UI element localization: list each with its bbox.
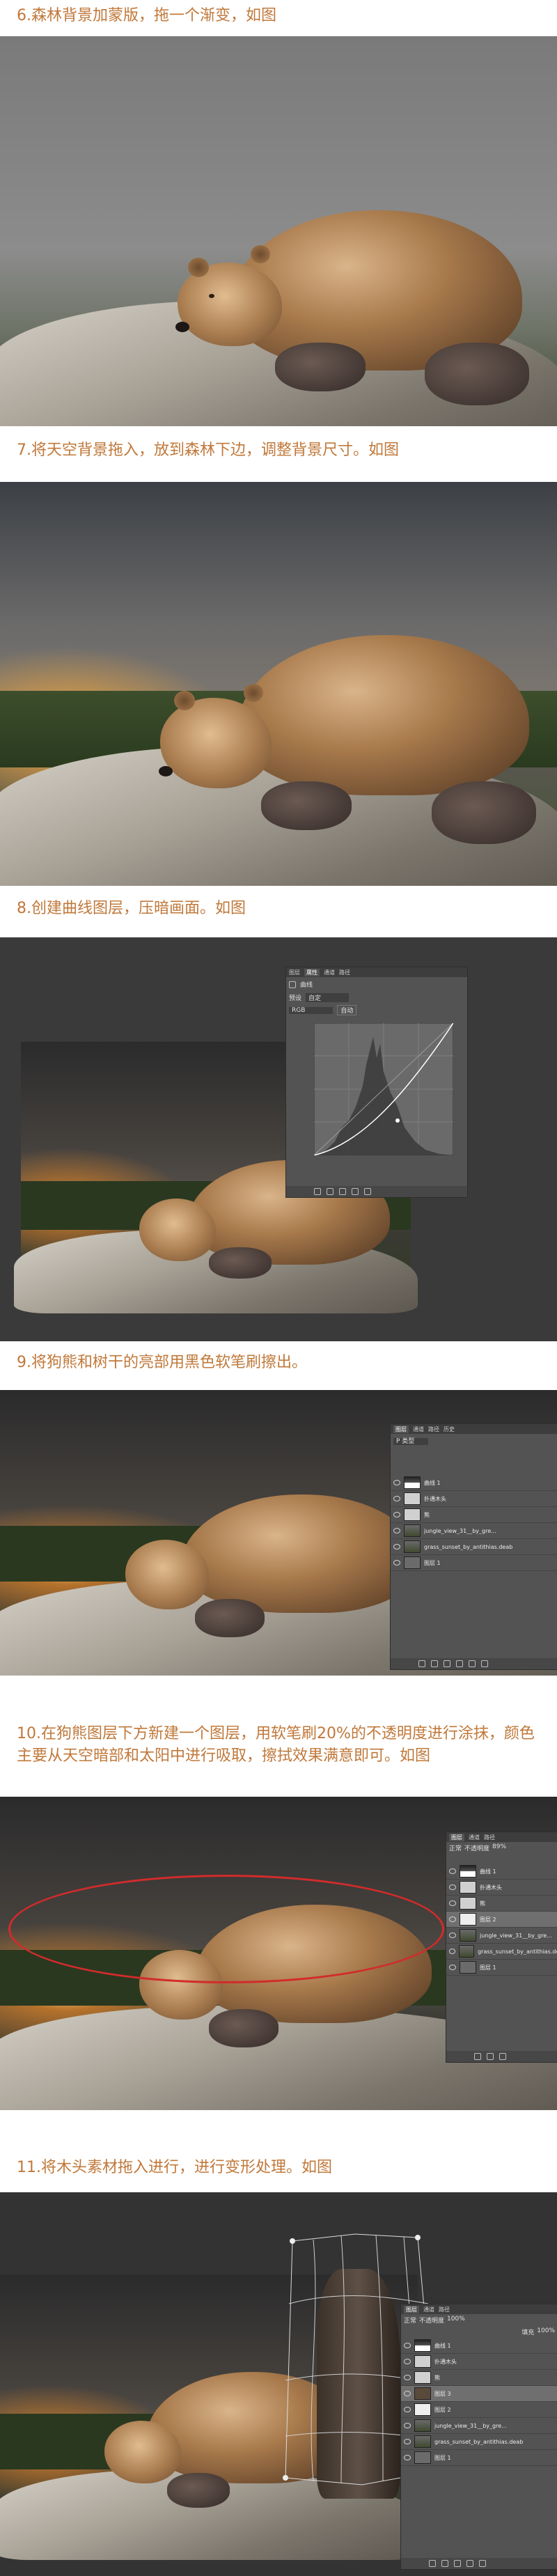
layer-row[interactable]: 扑通木头 <box>391 1491 557 1507</box>
layer-row[interactable]: 曲线 1 <box>391 1475 557 1491</box>
step-10-caption: 10.在狗熊图层下方新建一个图层，用软笔刷20%的不透明度进行涂抹，颜色主要从天… <box>17 1725 535 1765</box>
channel-select[interactable]: RGB <box>289 1006 334 1014</box>
layer-row[interactable]: 图层 1 <box>391 1555 557 1571</box>
step-11-image: 图层 通道 路径 正常 不透明度 100% 填充 100% 曲线 1 扑通木头 … <box>0 2192 557 2576</box>
tab-channels[interactable]: 通道 <box>324 969 335 976</box>
step-9-caption: 9.将狗熊和树干的亮部用黑色软笔刷擦出。 <box>17 1354 307 1371</box>
highlight-ellipse <box>8 1875 444 1983</box>
eye-icon[interactable] <box>393 1544 400 1549</box>
eye-icon[interactable] <box>393 1496 400 1501</box>
eye-icon[interactable] <box>393 1560 400 1566</box>
step-8-image: 图层 属性 通道 路径 曲线 预设 自定 RGB 自动 <box>0 937 557 1341</box>
blend-mode-select[interactable]: 正常 <box>449 1843 462 1852</box>
layers-panel: 图层 通道 路径 正常 不透明度 100% 填充 100% 曲线 1 扑通木头 … <box>400 2304 557 2570</box>
kind-filter[interactable]: P 类型 <box>393 1438 429 1445</box>
step-8-caption: 8.创建曲线图层，压暗画面。如图 <box>17 900 246 917</box>
fill-field[interactable]: 100% <box>537 2327 555 2336</box>
step-11-caption: 11.将木头素材拖入进行，进行变形处理。如图 <box>17 2159 332 2176</box>
curves-icon <box>289 981 296 988</box>
layers-panel: 图层 通道 路径 正常 不透明度 89% 曲线 1 扑通木头 熊 图层 2 ju… <box>446 1832 557 2063</box>
opacity-field[interactable]: 100% <box>447 2316 465 2325</box>
step-6-image <box>0 36 557 426</box>
bear-head <box>160 698 272 788</box>
preset-select[interactable]: 自定 <box>306 993 350 1002</box>
blend-mode-select[interactable]: 正常 <box>404 2316 416 2325</box>
bear-paw <box>275 343 366 391</box>
opacity-field[interactable]: 89% <box>492 1843 506 1852</box>
curves-graph[interactable] <box>314 1023 453 1155</box>
step-10-image: 图层 通道 路径 正常 不透明度 89% 曲线 1 扑通木头 熊 图层 2 ju… <box>0 1797 557 2110</box>
layer-row[interactable]: grass_sunset_by_antithias.deab <box>391 1539 557 1555</box>
layer-row[interactable]: jungle_view_31__by_gre... <box>391 1523 557 1539</box>
step-6-caption: 6.森林背景加蒙版，拖一个渐变，如图 <box>17 7 276 24</box>
eye-icon[interactable] <box>393 1480 400 1485</box>
step-7-image <box>0 482 557 886</box>
eye-icon[interactable] <box>393 1512 400 1517</box>
tab-properties[interactable]: 属性 <box>304 968 320 976</box>
tab-paths[interactable]: 路径 <box>339 969 350 976</box>
step-7-caption: 7.将天空背景拖入，放到森林下边，调整背景尺寸。如图 <box>17 442 399 459</box>
bear <box>237 635 529 795</box>
eye-icon[interactable] <box>393 1528 400 1533</box>
tab-layers[interactable]: 图层 <box>289 969 300 976</box>
step-9-image: 图层 通道 路径 历史 P 类型 曲线 1 扑通木头 熊 jungle_view… <box>0 1390 557 1676</box>
curves-properties-panel: 图层 属性 通道 路径 曲线 预设 自定 RGB 自动 <box>285 967 468 1198</box>
layers-panel: 图层 通道 路径 历史 P 类型 曲线 1 扑通木头 熊 jungle_view… <box>390 1423 557 1670</box>
layer-row[interactable]: 熊 <box>391 1507 557 1523</box>
auto-button[interactable]: 自动 <box>337 1005 357 1015</box>
panel-title: 曲线 <box>300 982 313 989</box>
